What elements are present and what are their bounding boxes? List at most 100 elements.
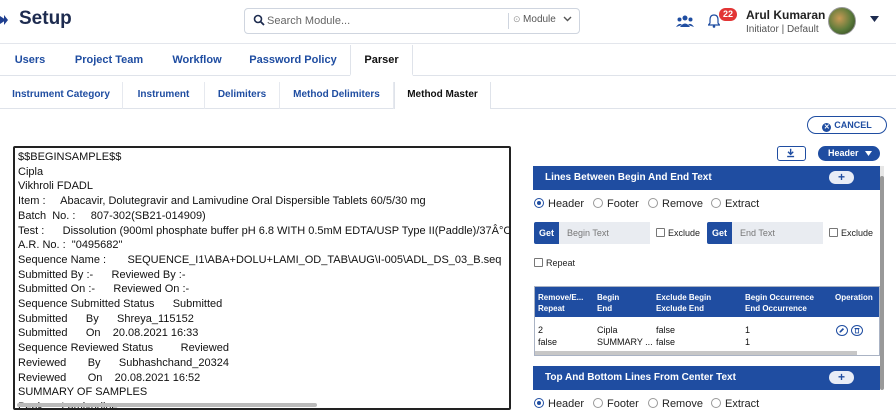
table-horizontal-scrollbar[interactable] xyxy=(535,351,857,355)
subtab-instrument-category[interactable]: Instrument Category xyxy=(0,82,123,109)
sample-text-line: Sequence Submitted Status Submitted xyxy=(18,298,223,311)
sample-text-line: Submitted On 20.08.2021 16:33 xyxy=(18,327,199,340)
subtab-instrument[interactable]: Instrument xyxy=(123,82,205,109)
sample-text-line: SUMMARY OF SAMPLES xyxy=(18,386,148,399)
search-box[interactable]: Search Module... ⊙ Module xyxy=(244,8,580,34)
subtab-method-master[interactable]: Method Master xyxy=(394,82,491,109)
user-role: Initiator | Default xyxy=(746,24,819,35)
radio-label: Extract xyxy=(725,398,760,410)
cell-exclude: false xyxy=(656,337,676,347)
exclude-end-checkbox[interactable]: Exclude xyxy=(829,228,873,238)
header-dropdown-button[interactable]: Header xyxy=(818,146,880,161)
get-end-button[interactable]: Get xyxy=(707,222,732,244)
tab-password-policy[interactable]: Password Policy xyxy=(243,45,343,76)
caret-down-icon xyxy=(865,151,872,156)
notification-badge: 22 xyxy=(719,8,737,21)
radio-label: Extract xyxy=(725,198,760,210)
add-button[interactable]: + xyxy=(829,371,854,384)
end-text-input[interactable]: End Text xyxy=(732,222,823,244)
rules-table: Remove/E... Repeat Begin End Exclude Begin… xyxy=(534,286,880,356)
cell-begin: Cipla xyxy=(597,325,618,335)
subtab-method-delimiters[interactable]: Method Delimiters xyxy=(280,82,394,109)
panel-top-bottom-header: Top And Bottom Lines From Center Text + xyxy=(533,366,880,390)
sample-text-line: Test : Dissolution (900ml phosphate buff… xyxy=(18,224,511,237)
radio-label: Footer xyxy=(607,398,639,410)
search-input[interactable]: Search Module... xyxy=(267,15,350,27)
right-panel-scrollbar[interactable] xyxy=(880,166,884,390)
page-title: Setup xyxy=(19,8,72,29)
radio-label: Footer xyxy=(607,198,639,210)
exclude-begin-checkbox[interactable]: Exclude xyxy=(656,228,700,238)
top-bar: Setup Search Module... ⊙ Module 22 Arul … xyxy=(0,0,896,44)
menu-icon[interactable] xyxy=(0,13,8,27)
cell-remove: false xyxy=(538,337,558,347)
checkbox-label: Repeat xyxy=(546,258,576,268)
module-icon: ⊙ xyxy=(513,14,524,24)
checkbox-box xyxy=(534,258,543,267)
tab-parser[interactable]: Parser xyxy=(350,45,413,76)
radio-footer[interactable]: Footer xyxy=(593,198,639,210)
sample-text-line: A.R. No. : "0495682" xyxy=(18,239,123,252)
radio-extract[interactable]: Extract xyxy=(711,198,759,210)
sample-text-line: Sequence Name : SEQUENCE_I1\ABA+DOLU+LAM… xyxy=(18,253,502,266)
cell-occurrence: 1 xyxy=(745,325,751,335)
radio-remove[interactable]: Remove xyxy=(648,198,703,210)
bell-icon[interactable] xyxy=(708,14,720,28)
sample-text-line: Batch No. : 807-302(SB21-014909) xyxy=(18,209,206,222)
sub-tabs: Instrument Category Instrument Delimiter… xyxy=(0,82,896,109)
radio-label: Header xyxy=(548,198,585,210)
delete-icon[interactable] xyxy=(851,325,863,336)
search-icon xyxy=(253,14,265,26)
user-menu-caret-icon[interactable] xyxy=(870,16,879,23)
scroll-thumb[interactable] xyxy=(880,176,884,390)
tab-project-team[interactable]: Project Team xyxy=(66,45,152,76)
radio-circle xyxy=(593,198,603,208)
horizontal-scrollbar[interactable] xyxy=(17,403,317,407)
add-button[interactable]: + xyxy=(829,171,854,184)
download-button[interactable] xyxy=(777,146,806,161)
avatar[interactable] xyxy=(828,7,856,35)
panel-lines-between-title: Lines Between Begin And End Text xyxy=(545,172,712,183)
module-select[interactable]: ⊙ Module xyxy=(513,14,556,25)
team-icon[interactable] xyxy=(676,14,694,28)
tab-workflow[interactable]: Workflow xyxy=(163,45,231,76)
main-tabs: Users Project Team Workflow Password Pol… xyxy=(0,45,896,76)
cancel-button[interactable]: ✕ CANCEL xyxy=(807,116,887,134)
sample-text-line: Item : Abacavir, Dolutegravir and Lamivu… xyxy=(18,195,426,208)
col-header-begin: Begin End xyxy=(597,293,620,313)
download-icon xyxy=(787,148,795,158)
user-name: Arul Kumaran xyxy=(746,8,826,22)
radio-remove[interactable]: Remove xyxy=(648,398,703,410)
close-circle-icon: ✕ xyxy=(822,123,832,132)
sample-text-line: Reviewed On 20.08.2021 16:52 xyxy=(18,371,201,384)
repeat-checkbox[interactable]: Repeat xyxy=(534,258,575,268)
plus-icon: + xyxy=(837,170,845,184)
sample-text-line: Submitted By Shreya_115152 xyxy=(18,312,194,325)
begin-text-input[interactable]: Begin Text xyxy=(559,222,650,244)
sample-text-area[interactable]: $$BEGINSAMPLE$$ Cipla Vikhroli FDADL Item :… xyxy=(13,146,511,410)
cell-occurrence: 1 xyxy=(745,337,751,347)
radio-circle xyxy=(593,398,603,408)
module-label: Module xyxy=(523,14,556,25)
radio-label: Remove xyxy=(662,198,703,210)
radio-header[interactable]: Header xyxy=(534,398,584,410)
edit-icon[interactable] xyxy=(836,325,848,336)
cancel-label: CANCEL xyxy=(834,120,872,130)
chevron-down-icon[interactable] xyxy=(563,14,572,23)
cell-exclude: false xyxy=(656,325,676,335)
cell-remove: 2 xyxy=(538,325,544,335)
radio-footer[interactable]: Footer xyxy=(593,398,639,410)
tab-users[interactable]: Users xyxy=(6,45,54,76)
panel-lines-between-header: Lines Between Begin And End Text + xyxy=(533,166,880,190)
col-header-exclude: Exclude Begin Exclude End xyxy=(656,293,712,313)
checkbox-box xyxy=(829,228,838,237)
header-dropdown-label: Header xyxy=(828,148,859,158)
subtab-delimiters[interactable]: Delimiters xyxy=(205,82,280,109)
get-begin-button[interactable]: Get xyxy=(534,222,559,244)
radio-extract[interactable]: Extract xyxy=(711,398,759,410)
panel1-radio-group: Header Footer Remove Extract xyxy=(534,198,874,212)
radio-label: Header xyxy=(548,398,585,410)
checkbox-box xyxy=(656,228,665,237)
col-header-remove: Remove/E... Repeat xyxy=(538,293,584,313)
radio-header[interactable]: Header xyxy=(534,198,584,210)
